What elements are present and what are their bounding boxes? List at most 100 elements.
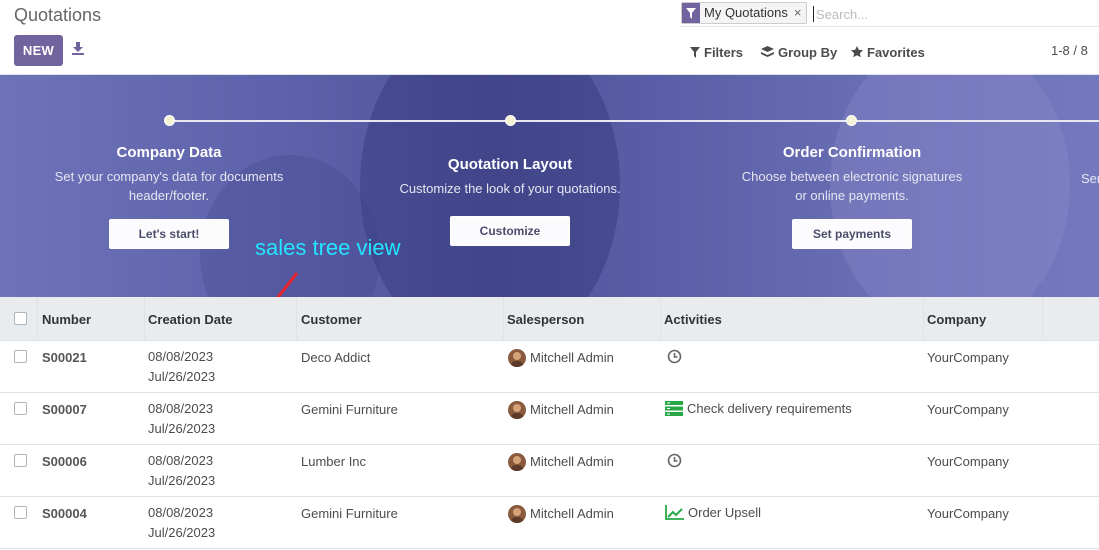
table-row[interactable]: S00004 08/08/2023 Jul/26/2023 Gemini Fur…	[0, 497, 1099, 549]
step-partial: Ser	[1081, 169, 1099, 188]
step-title: Quotation Layout	[447, 156, 573, 173]
activity-widget[interactable]: Check delivery requirements	[665, 401, 852, 416]
step-description: header/footer.	[128, 188, 210, 203]
activity-widget[interactable]	[667, 349, 686, 364]
control-panel: Quotations NEW My Quotations × Filters G…	[0, 0, 1099, 75]
filters-dropdown[interactable]: Filters	[690, 43, 743, 61]
customize-button[interactable]: Customize	[450, 216, 570, 246]
table-header: Number Creation Date Customer Salesperso…	[0, 297, 1099, 341]
layers-icon	[761, 46, 774, 58]
creation-date-value: 08/08/2023	[148, 453, 214, 468]
quotation-number: S00006	[42, 454, 87, 469]
step-dot	[505, 115, 516, 126]
facet-remove-icon[interactable]: ×	[792, 3, 807, 23]
table-row[interactable]: S00021 08/08/2023 Jul/26/2023 Deco Addic…	[0, 341, 1099, 393]
step-description: Ser	[1081, 171, 1099, 186]
creation-date-value: 08/08/2023	[148, 349, 214, 364]
column-divider	[296, 297, 297, 341]
search-underline	[680, 26, 1099, 27]
column-number[interactable]: Number	[42, 297, 91, 341]
search-facet: My Quotations ×	[681, 2, 808, 24]
step-order-confirmation: Order Confirmation Choose between electr…	[712, 144, 992, 205]
column-salesperson[interactable]: Salesperson	[507, 297, 584, 341]
column-divider	[144, 297, 145, 341]
creation-date-value: Jul/26/2023	[148, 473, 216, 488]
salesperson-name[interactable]: Mitchell Admin	[530, 402, 614, 417]
company-name: YourCompany	[927, 454, 1009, 469]
customer-name: Lumber Inc	[301, 454, 367, 469]
customer-name: Gemini Furniture	[301, 506, 398, 521]
row-checkbox[interactable]	[14, 350, 27, 363]
salesperson-name[interactable]: Mitchell Admin	[530, 454, 614, 469]
step-dot	[846, 115, 857, 126]
search-input[interactable]	[816, 3, 1086, 25]
groupby-dropdown[interactable]: Group By	[761, 43, 837, 61]
column-divider	[660, 297, 661, 341]
step-title: Order Confirmation	[782, 144, 922, 161]
clock-icon[interactable]	[667, 453, 682, 468]
row-checkbox[interactable]	[14, 454, 27, 467]
page-title: Quotations	[14, 5, 102, 25]
column-divider	[37, 297, 38, 341]
creation-date: 08/08/2023 Jul/26/2023	[148, 347, 215, 387]
new-button[interactable]: NEW	[14, 35, 63, 66]
step-description: or online payments.	[795, 188, 909, 203]
search-bar: My Quotations ×	[680, 2, 1099, 27]
creation-date-value: 08/08/2023	[148, 505, 214, 520]
onboarding-banner: Company Data Set your company's data for…	[0, 75, 1099, 297]
avatar	[508, 349, 526, 367]
filter-icon	[690, 46, 700, 58]
facet-label: My Quotations	[704, 5, 788, 20]
column-divider	[503, 297, 504, 341]
company-name: YourCompany	[927, 506, 1009, 521]
creation-date: 08/08/2023 Jul/26/2023	[148, 399, 215, 439]
set-payments-button[interactable]: Set payments	[792, 219, 912, 249]
list-icon[interactable]	[665, 401, 683, 416]
activity-widget[interactable]: Order Upsell	[665, 505, 761, 520]
quotation-number: S00007	[42, 402, 87, 417]
lets-start-button[interactable]: Let's start!	[109, 219, 229, 249]
progress-line	[169, 120, 1099, 122]
quotation-number: S00004	[42, 506, 87, 521]
filter-icon	[682, 3, 700, 23]
column-company[interactable]: Company	[927, 297, 986, 341]
customer-name: Gemini Furniture	[301, 402, 398, 417]
activity-widget[interactable]	[667, 453, 686, 468]
column-customer[interactable]: Customer	[301, 297, 362, 341]
activity-summary: Order Upsell	[688, 505, 761, 520]
company-name: YourCompany	[927, 402, 1009, 417]
creation-date-value: Jul/26/2023	[148, 525, 216, 540]
creation-date: 08/08/2023 Jul/26/2023	[148, 451, 215, 491]
company-name: YourCompany	[927, 350, 1009, 365]
salesperson-name[interactable]: Mitchell Admin	[530, 506, 614, 521]
favorites-dropdown[interactable]: Favorites	[851, 43, 925, 61]
favorites-label: Favorites	[867, 44, 925, 60]
pager-value[interactable]: 1-8 / 8	[1051, 43, 1088, 58]
creation-date-value: Jul/26/2023	[148, 369, 216, 384]
column-creation-date[interactable]: Creation Date	[148, 297, 233, 341]
groupby-label: Group By	[778, 44, 838, 60]
clock-icon[interactable]	[667, 349, 682, 364]
table-row[interactable]: S00006 08/08/2023 Jul/26/2023 Lumber Inc…	[0, 445, 1099, 497]
step-title: Company Data	[116, 144, 222, 161]
step-description: Choose between electronic signatures	[741, 169, 963, 184]
download-icon[interactable]	[71, 41, 87, 57]
avatar	[508, 505, 526, 523]
column-divider	[923, 297, 924, 341]
salesperson-name[interactable]: Mitchell Admin	[530, 350, 614, 365]
step-quotation-layout: Quotation Layout Customize the look of y…	[370, 156, 650, 198]
column-activities[interactable]: Activities	[664, 297, 722, 341]
row-checkbox[interactable]	[14, 506, 27, 519]
step-dot	[164, 115, 175, 126]
avatar	[508, 401, 526, 419]
quotations-table: Number Creation Date Customer Salesperso…	[0, 297, 1099, 549]
row-checkbox[interactable]	[14, 402, 27, 415]
table-row[interactable]: S00007 08/08/2023 Jul/26/2023 Gemini Fur…	[0, 393, 1099, 445]
star-icon	[851, 46, 863, 58]
annotation-label: sales tree view	[255, 235, 401, 260]
creation-date-value: 08/08/2023	[148, 401, 214, 416]
chart-up-icon[interactable]	[665, 505, 684, 520]
select-all-checkbox[interactable]	[14, 312, 27, 325]
activity-summary: Check delivery requirements	[687, 401, 852, 416]
avatar	[508, 453, 526, 471]
